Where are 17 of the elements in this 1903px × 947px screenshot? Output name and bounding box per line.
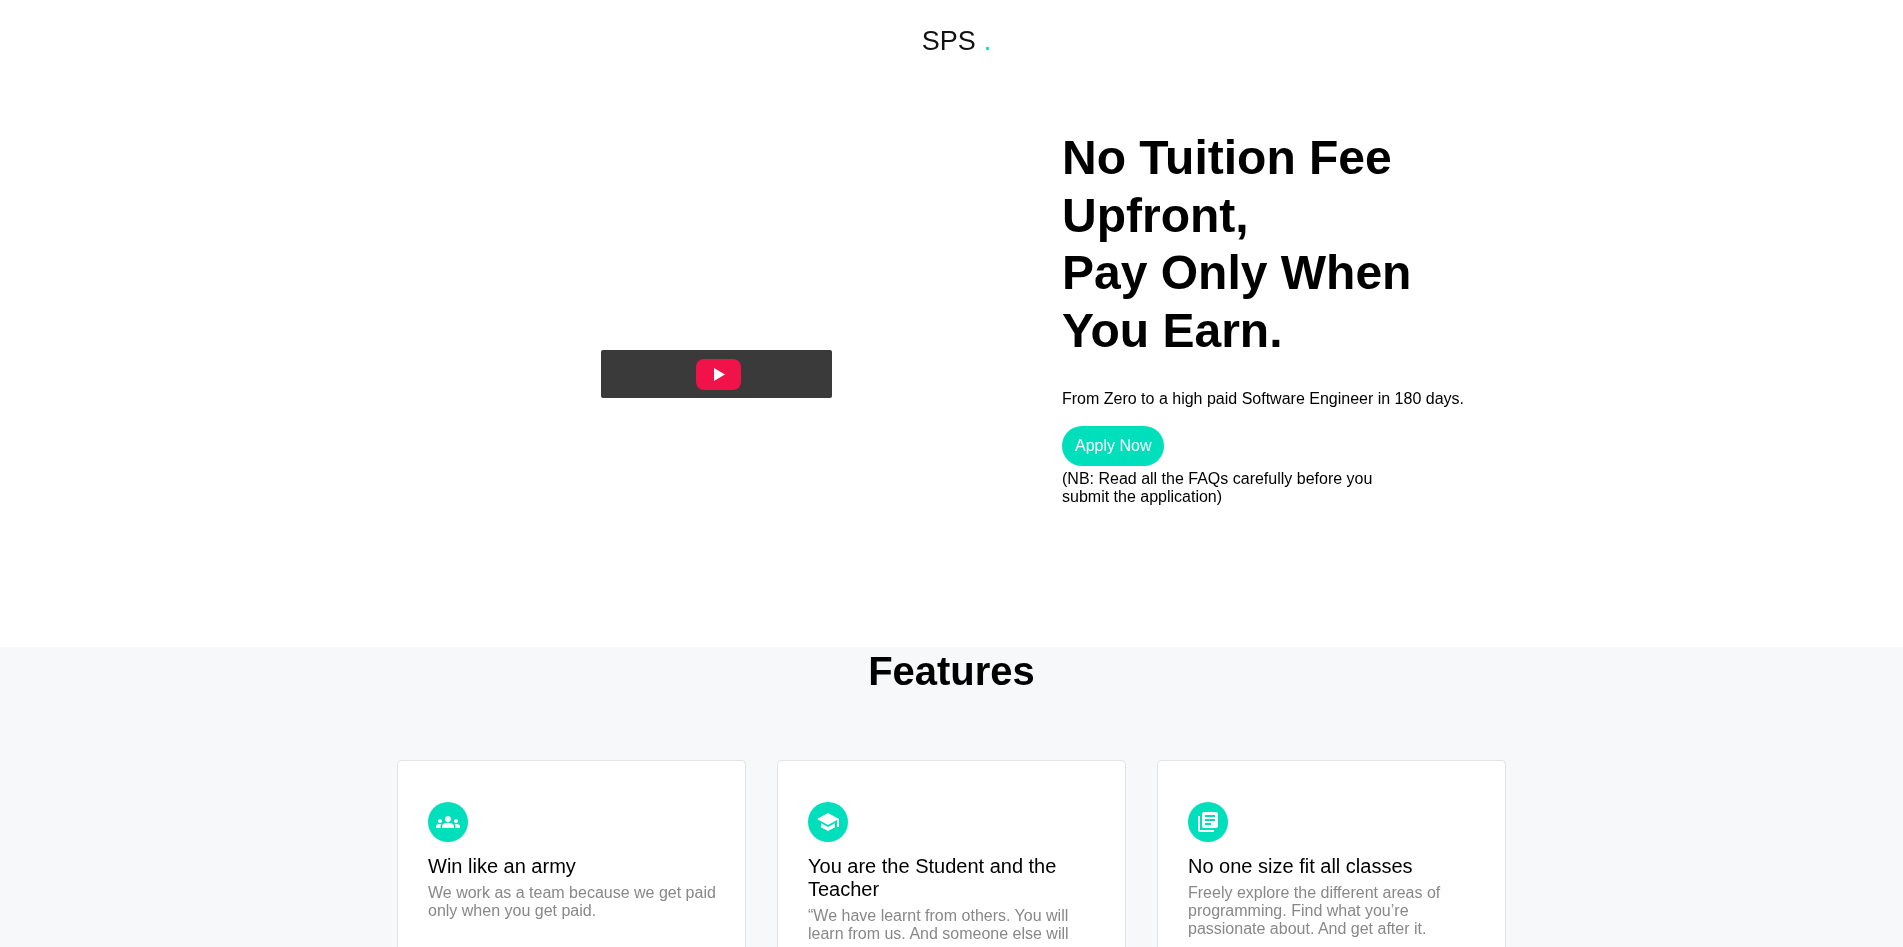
feature-title: Win like an army xyxy=(428,855,577,879)
people-icon xyxy=(428,802,468,843)
video-thumbnail[interactable] xyxy=(600,350,832,398)
hero-headline: No Tuition Fee Upfront, Pay Only When You Earn. xyxy=(1062,130,1413,359)
features-heading: Features xyxy=(868,648,1035,696)
document-stack-icon xyxy=(1188,802,1228,843)
graduation-cap-icon xyxy=(808,802,848,843)
logo-text[interactable]: SPS xyxy=(921,24,976,58)
feature-title: No one size fit all classes xyxy=(1188,855,1414,879)
logo-dot: . xyxy=(983,25,992,58)
hero-subtitle: From Zero to a high paid Software Engineer in 180 days. xyxy=(1062,390,1464,409)
feature-description: “We have learnt from others. You will learn from us. And someone else will xyxy=(808,907,1070,944)
feature-description: We work as a team because we get paid only when you get paid. xyxy=(428,884,717,921)
faq-note: (NB: Read all the FAQs carefully before you submit the application) xyxy=(1062,470,1374,507)
feature-title: You are the Student and the Teacher xyxy=(808,855,1058,902)
play-button-icon[interactable] xyxy=(696,358,741,390)
feature-description: Freely explore the different areas of programming. Find what you’re passionate about. And get after it. xyxy=(1188,884,1442,939)
